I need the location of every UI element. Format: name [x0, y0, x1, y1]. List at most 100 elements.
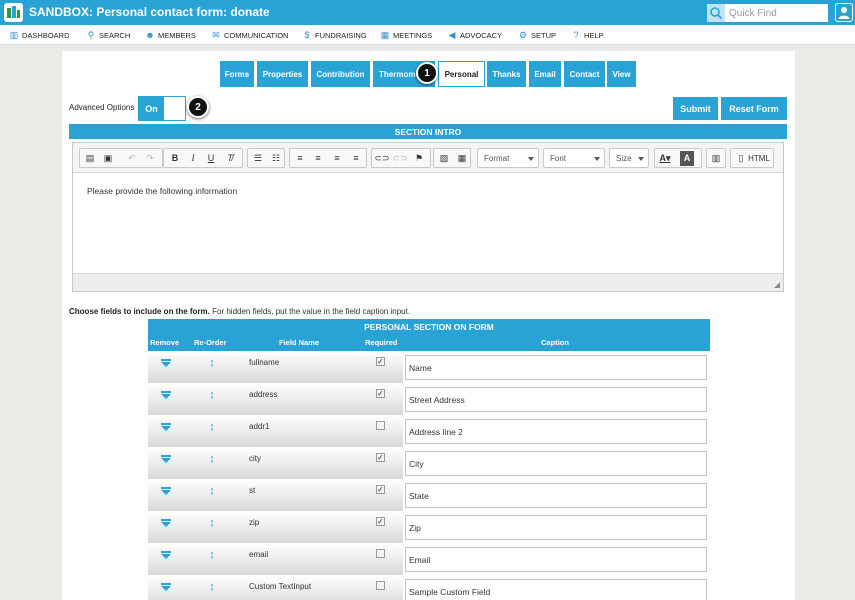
tab-personal[interactable]: Personal	[438, 61, 485, 87]
tab-forms[interactable]: Forms	[220, 61, 254, 87]
background-color-icon[interactable]: A	[680, 151, 694, 166]
tab-thanks[interactable]: Thanks	[487, 61, 526, 87]
remove-arrow-icon[interactable]	[161, 519, 171, 528]
tab-contact[interactable]: Contact	[564, 61, 605, 87]
reorder-handle-icon[interactable]: ↕	[207, 484, 217, 498]
paste-icon[interactable]: ▤	[82, 151, 98, 166]
nav-advocacy[interactable]: ◀ ADVOCACY	[447, 30, 503, 41]
nav-dashboard[interactable]: ▥ DASHBOARD	[9, 30, 70, 41]
undo-icon[interactable]: ↶	[124, 151, 140, 166]
remove-arrow-icon[interactable]	[161, 583, 171, 592]
numbered-list-icon[interactable]: ☰	[250, 151, 266, 166]
tab-properties[interactable]: Properties	[257, 61, 308, 87]
editor-content[interactable]: Please provide the following information	[87, 186, 237, 196]
app-title: SANDBOX: Personal contact form: donate	[29, 5, 270, 19]
reorder-handle-icon[interactable]: ↕	[207, 580, 217, 594]
table-icon[interactable]: ▦	[454, 151, 470, 166]
reorder-handle-icon[interactable]: ↕	[207, 420, 217, 434]
reorder-handle-icon[interactable]: ↕	[207, 388, 217, 402]
caption-input[interactable]	[405, 515, 707, 540]
megaphone-icon: ◀	[448, 30, 456, 40]
remove-arrow-icon[interactable]	[161, 487, 171, 496]
remove-arrow-icon[interactable]	[161, 423, 171, 432]
header-remove: Remove	[150, 338, 180, 347]
bold-icon[interactable]: B	[167, 151, 183, 166]
field-name: address	[249, 390, 278, 399]
nav-fundraising[interactable]: $ FUNDRAISING	[302, 30, 366, 41]
app-logo-icon[interactable]	[4, 3, 23, 22]
tab-email[interactable]: Email	[529, 61, 561, 87]
table-row: ↕ email	[148, 544, 710, 576]
paste-text-icon[interactable]: ▣	[100, 151, 116, 166]
required-checkbox[interactable]	[376, 581, 385, 590]
remove-arrow-icon[interactable]	[161, 455, 171, 464]
tab-view[interactable]: View	[607, 61, 636, 87]
resize-grip-icon[interactable]	[774, 282, 780, 288]
table-row: ↕ fullname ✓	[148, 352, 710, 384]
align-left-icon[interactable]: ≡	[292, 151, 308, 166]
required-checkbox[interactable]	[376, 421, 385, 430]
calendar-icon: ▦	[380, 30, 390, 40]
toolbar-group-text-style: B I U T̸	[163, 148, 243, 168]
required-checkbox[interactable]	[376, 549, 385, 558]
nav-setup[interactable]: ⚙ SETUP	[518, 30, 556, 41]
required-checkbox[interactable]: ✓	[376, 517, 385, 526]
image-icon[interactable]: ▨	[436, 151, 452, 166]
bulleted-list-icon[interactable]: ☷	[268, 151, 284, 166]
editor-status-bar	[73, 273, 783, 291]
caption-input[interactable]	[405, 451, 707, 476]
show-blocks-icon[interactable]: ▥	[708, 151, 724, 166]
reorder-handle-icon[interactable]: ↕	[207, 516, 217, 530]
tab-contribution[interactable]: Contribution	[311, 61, 370, 87]
anchor-flag-icon[interactable]: ⚑	[411, 151, 427, 166]
caption-input[interactable]	[405, 483, 707, 508]
link-icon[interactable]: ⊂⊃	[374, 151, 390, 166]
redo-icon[interactable]: ↷	[142, 151, 158, 166]
submit-button[interactable]: Submit	[673, 97, 718, 120]
required-checkbox[interactable]: ✓	[376, 485, 385, 494]
quick-find-input[interactable]	[725, 4, 828, 22]
remove-arrow-icon[interactable]	[161, 359, 171, 368]
required-checkbox[interactable]: ✓	[376, 357, 385, 366]
italic-icon[interactable]: I	[185, 151, 201, 166]
reorder-handle-icon[interactable]: ↕	[207, 356, 217, 370]
search-icon[interactable]	[707, 4, 725, 22]
nav-members[interactable]: ☻ MEMBERS	[145, 30, 196, 41]
caption-input[interactable]	[405, 355, 707, 380]
html-label: HTML	[748, 153, 770, 163]
caption-input[interactable]	[405, 579, 707, 600]
align-justify-icon[interactable]: ≡	[348, 151, 364, 166]
caption-input[interactable]	[405, 419, 707, 444]
dashboard-icon: ▥	[9, 30, 19, 40]
caption-input[interactable]	[405, 387, 707, 412]
caption-input[interactable]	[405, 547, 707, 572]
align-center-icon[interactable]: ≡	[310, 151, 326, 166]
remove-format-icon[interactable]: T̸	[222, 151, 238, 166]
remove-arrow-icon[interactable]	[161, 551, 171, 560]
table-row: ↕ addr1	[148, 416, 710, 448]
format-select[interactable]: Format	[477, 148, 539, 168]
unlink-icon[interactable]: ⊂⊃	[392, 151, 408, 166]
user-account-icon[interactable]	[835, 3, 853, 22]
advanced-options-toggle[interactable]: On	[138, 96, 186, 121]
size-select[interactable]: Size	[609, 148, 649, 168]
envelope-icon: ✉	[212, 30, 220, 40]
nav-meetings[interactable]: ▦ MEETINGS	[380, 30, 432, 41]
nav-search[interactable]: ⚲ SEARCH	[86, 30, 131, 41]
reorder-handle-icon[interactable]: ↕	[207, 548, 217, 562]
nav-help[interactable]: ? HELP	[571, 30, 603, 41]
source-html-button[interactable]: ▯ HTML	[730, 148, 774, 168]
reset-form-button[interactable]: Reset Form	[721, 97, 787, 120]
toolbar-group-align: ≡ ≡ ≡ ≡	[289, 148, 367, 168]
underline-icon[interactable]: U	[203, 151, 219, 166]
remove-arrow-icon[interactable]	[161, 391, 171, 400]
font-select[interactable]: Font	[543, 148, 605, 168]
required-checkbox[interactable]: ✓	[376, 453, 385, 462]
field-name: zip	[249, 518, 260, 527]
align-right-icon[interactable]: ≡	[329, 151, 345, 166]
reorder-handle-icon[interactable]: ↕	[207, 452, 217, 466]
nav-communication[interactable]: ✉ COMMUNICATION	[211, 30, 288, 41]
rich-text-editor[interactable]: ▤ ▣ ↶ ↷ B I U T̸ ☰ ☷ ≡ ≡ ≡ ≡ ⊂⊃ ⊂⊃ ⚑ ▨ ▦	[72, 142, 784, 292]
text-color-icon[interactable]: A▾	[657, 151, 673, 166]
required-checkbox[interactable]: ✓	[376, 389, 385, 398]
